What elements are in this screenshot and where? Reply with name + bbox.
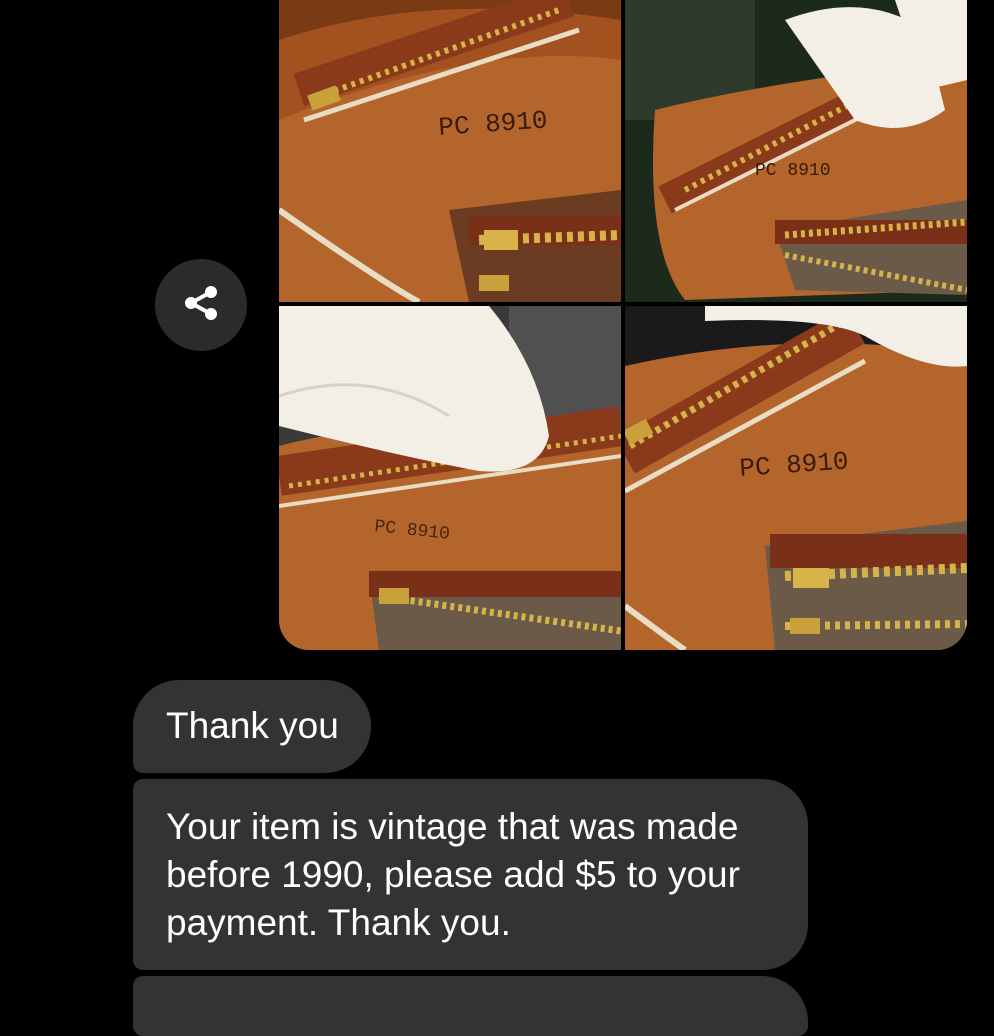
photo-3[interactable]: PC 8910 [279,306,621,650]
share-button[interactable] [155,259,247,351]
message-bubble[interactable]: Thank you [133,680,371,773]
photo-4[interactable]: PC 8910 [625,306,967,650]
message-text: Your item is vintage that was made befor… [166,806,740,943]
photo-1[interactable]: PC 8910 [279,0,621,302]
date-code-stamp: PC 8910 [755,161,831,181]
message-text: Thank you [166,705,339,746]
message-bubble[interactable] [133,976,808,1036]
message-bubble[interactable]: Your item is vintage that was made befor… [133,779,808,970]
photo-grid: PC 8910 PC 8910 PC 8910 PC 8910 [279,0,967,650]
share-icon [179,281,223,330]
photo-2[interactable]: PC 8910 [625,0,967,302]
